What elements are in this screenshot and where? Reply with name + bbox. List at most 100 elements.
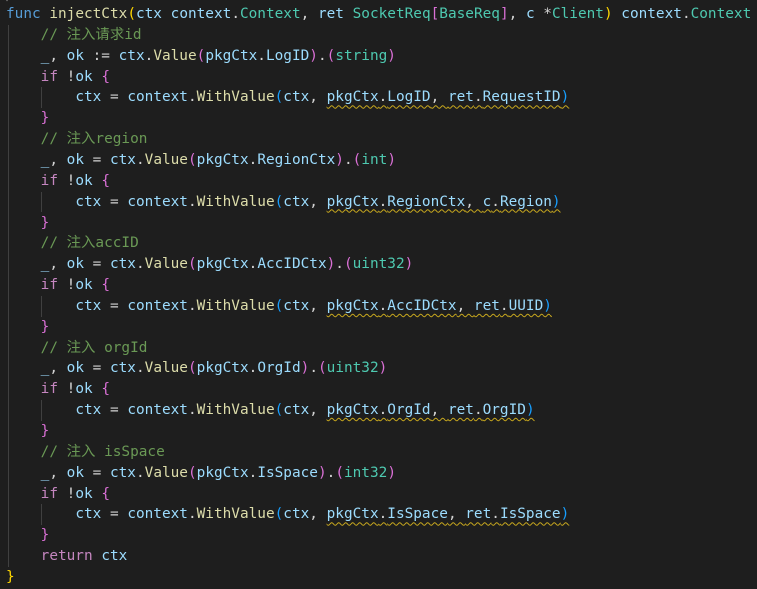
code-token-identifier: ctx <box>109 360 136 377</box>
code-token-bracket: } <box>40 527 50 544</box>
code-token-punctuation <box>93 277 102 293</box>
code-token-identifier: ctx <box>283 89 310 106</box>
code-token-punctuation: = <box>101 89 128 106</box>
code-line[interactable]: ctx = context.WithValue(ctx, pkgCtx.Regi… <box>6 192 560 213</box>
code-token-bracket: } <box>40 110 50 127</box>
code-token-bracket: ) <box>317 464 327 481</box>
code-token-bracket: { <box>101 172 110 189</box>
code-line[interactable]: if !ok { <box>6 379 110 400</box>
code-line[interactable]: _, ok = ctx.Value(pkgCtx.IsSpace).(int32… <box>6 463 396 484</box>
code-token-function-name: injectCtx <box>49 6 128 22</box>
code-comment: // 注入 isSpace <box>40 443 165 460</box>
code-token-identifier: ok <box>75 277 93 294</box>
code-line[interactable]: // 注入 orgId <box>6 338 148 359</box>
code-token-identifier: ret <box>473 297 500 314</box>
code-token-punctuation: , <box>508 6 526 22</box>
code-token-punctuation: . <box>187 89 197 106</box>
code-token-bracket: ( <box>343 256 353 273</box>
code-token-keyword: func <box>6 6 41 22</box>
code-token-bracket: } <box>40 318 50 335</box>
code-line[interactable]: func injectCtx(ctx context.Context, ret … <box>6 4 757 25</box>
code-token-bracket: ) <box>326 256 336 273</box>
code-token-type-name: BaseReq <box>439 6 500 22</box>
code-token-identifier: context <box>170 6 232 22</box>
code-line[interactable]: if !ok { <box>6 67 110 88</box>
code-token-identifier: IsSpace <box>499 506 561 523</box>
code-line[interactable]: ctx = context.WithValue(ctx, pkgCtx.OrgI… <box>6 400 534 421</box>
code-token-punctuation: . <box>248 360 258 377</box>
code-token-punctuation <box>6 89 75 105</box>
code-token-punctuation: . <box>335 256 344 273</box>
code-line[interactable]: } <box>6 108 50 129</box>
code-token-punctuation: , <box>49 256 67 273</box>
code-token-identifier: pkgCtx <box>196 360 249 377</box>
code-token-identifier: pkgCtx <box>326 193 379 210</box>
code-token-punctuation: , <box>49 360 67 377</box>
code-token-control-keyword: if <box>40 485 58 502</box>
code-token-identifier: ctx <box>75 402 102 419</box>
code-token-punctuation <box>6 215 41 231</box>
code-token-punctuation <box>751 6 757 22</box>
code-line[interactable]: } <box>6 213 50 234</box>
code-editor[interactable]: ⌄ func injectCtx(ctx context.Context, re… <box>0 0 757 589</box>
code-line[interactable]: ctx = context.WithValue(ctx, pkgCtx.IsSp… <box>6 504 569 525</box>
code-line[interactable]: // 注入accID <box>6 233 139 254</box>
code-token-identifier: ok <box>75 172 93 189</box>
code-token-identifier: ctx <box>135 6 162 22</box>
code-line[interactable]: ctx = context.WithValue(ctx, pkgCtx.AccI… <box>6 296 552 317</box>
code-token-bracket: ) <box>560 89 570 106</box>
code-line[interactable]: if !ok { <box>6 171 110 192</box>
code-token-bracket: ) <box>335 151 344 168</box>
code-token-punctuation <box>6 48 41 64</box>
code-line[interactable]: } <box>6 317 50 338</box>
code-token-bracket: ( <box>274 297 284 314</box>
code-token-control-keyword: return <box>40 548 93 565</box>
code-token-bracket: ( <box>274 506 284 523</box>
code-line[interactable]: _, ok := ctx.Value(pkgCtx.LogID).(string… <box>6 46 396 67</box>
code-line[interactable]: _, ok = ctx.Value(pkgCtx.AccIDCtx).(uint… <box>6 254 414 275</box>
code-token-punctuation <box>93 381 102 397</box>
code-token-identifier: pkgCtx <box>196 464 249 481</box>
code-line[interactable]: if !ok { <box>6 484 110 505</box>
code-line[interactable]: } <box>6 567 15 588</box>
code-token-identifier: c <box>525 6 535 22</box>
code-token-punctuation: , <box>465 193 483 210</box>
code-token-punctuation: , <box>309 89 327 106</box>
code-token-bracket: ( <box>187 151 197 168</box>
code-token-identifier: ctx <box>101 548 128 565</box>
code-token-punctuation: * <box>534 6 552 22</box>
code-token-punctuation: . <box>681 6 691 22</box>
code-line[interactable]: } <box>6 525 50 546</box>
code-line[interactable]: } <box>6 421 50 442</box>
code-line[interactable]: if !ok { <box>6 275 110 296</box>
code-token-punctuation: := <box>83 47 119 64</box>
code-token-punctuation: = <box>83 360 110 377</box>
code-token-identifier: context <box>127 402 188 419</box>
code-token-function-name: WithValue <box>196 193 275 210</box>
code-token-punctuation: ! <box>57 485 76 502</box>
code-line[interactable]: // 注入region <box>6 129 148 150</box>
code-line[interactable]: // 注入 isSpace <box>6 442 165 463</box>
code-line[interactable]: return ctx <box>6 546 128 567</box>
code-token-identifier: UUID <box>508 297 544 314</box>
code-token-identifier: ok <box>75 485 93 502</box>
code-token-identifier: ok <box>66 256 84 273</box>
code-token-punctuation <box>6 340 41 356</box>
code-line[interactable]: _, ok = ctx.Value(pkgCtx.RegionCtx).(int… <box>6 150 396 171</box>
code-token-identifier: ret <box>447 89 474 106</box>
code-token-bracket: ( <box>127 6 136 22</box>
code-line[interactable]: ctx = context.WithValue(ctx, pkgCtx.LogI… <box>6 87 569 108</box>
code-token-punctuation <box>6 131 41 147</box>
code-token-type-name: uint32 <box>352 256 405 273</box>
code-token-identifier: pkgCtx <box>205 47 258 64</box>
code-line[interactable]: _, ok = ctx.Value(pkgCtx.OrgId).(uint32) <box>6 358 388 379</box>
code-token-punctuation: = <box>83 151 110 168</box>
code-token-identifier: pkgCtx <box>196 151 249 168</box>
code-token-type-name: int <box>361 151 388 168</box>
code-line[interactable]: // 注入请求id <box>6 25 142 46</box>
code-token-identifier: ok <box>66 47 84 64</box>
code-token-bracket: ( <box>317 360 327 377</box>
code-token-punctuation <box>93 173 102 189</box>
code-token-punctuation: , <box>430 89 448 106</box>
code-token-bracket: ] <box>499 6 509 22</box>
